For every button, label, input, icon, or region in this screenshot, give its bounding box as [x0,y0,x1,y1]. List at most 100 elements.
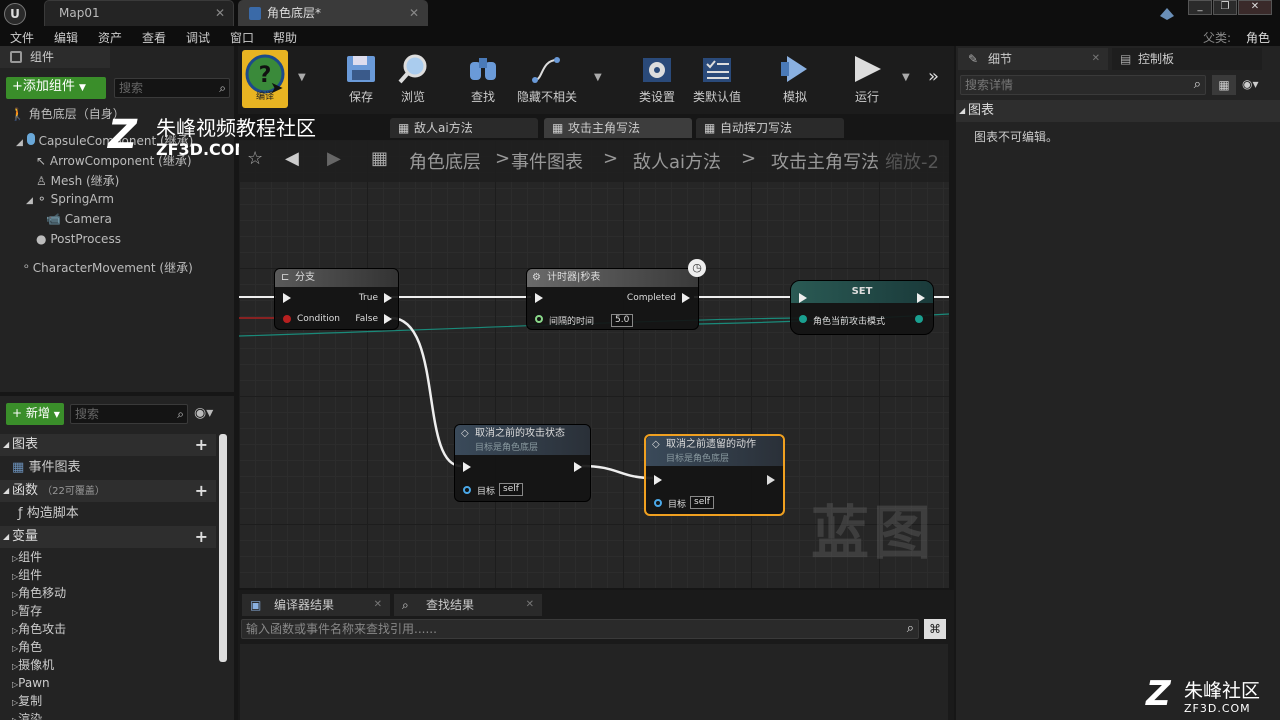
graph-tab-enemy-ai[interactable]: ▦ 敌人ai方法 [390,118,538,138]
construction-script-item[interactable]: ƒ 构造脚本 [0,502,216,526]
close-icon[interactable]: ✕ [374,594,382,616]
parent-class-value[interactable]: 角色 [1246,29,1270,46]
new-button[interactable]: + 新增 ▼ [6,403,64,425]
exec-out-pin[interactable] [767,475,775,485]
component-item-charmove[interactable]: ᵒ CharacterMovement (继承) [24,259,193,276]
scrollbar[interactable] [219,434,227,662]
toolbar-overflow-icon[interactable]: » [928,66,939,87]
close-icon[interactable]: ✕ [526,594,534,616]
breadcrumb-item[interactable]: 角色底层 [409,148,481,174]
play-button[interactable]: 运行 [836,48,898,110]
binoculars-icon[interactable]: ⌘ [924,619,946,639]
variable-category[interactable]: ▷摄像机 [0,656,216,674]
cancel-action-node[interactable]: ◇ 取消之前遗留的动作 目标是角色底层 目标 self [644,434,785,516]
variable-category[interactable]: ▷Pawn [0,674,216,692]
variable-category[interactable]: ▷渲染 [0,710,216,720]
menu-file[interactable]: 文件 [10,29,34,46]
variable-category[interactable]: ▷组件 [0,566,216,584]
byte-pin[interactable] [799,315,807,323]
add-graph-icon[interactable]: + [195,434,208,456]
time-value-input[interactable]: 5.0 [611,314,634,327]
variable-category[interactable]: ▷暂存 [0,602,216,620]
branch-node[interactable]: ⊏ 分支 True Condition False [274,268,399,330]
byte-out-pin[interactable] [915,315,923,323]
variable-category[interactable]: ▷角色移动 [0,584,216,602]
menu-window[interactable]: 窗口 [230,29,254,46]
menu-help[interactable]: 帮助 [273,29,297,46]
property-matrix-icon[interactable]: ▦ [1212,75,1236,95]
find-button[interactable]: 查找 [452,48,514,110]
component-item-mesh[interactable]: ♙ Mesh (继承) [36,172,119,189]
find-references-input[interactable]: 输入函数或事件名称来查找引用...... ⌕ [241,619,919,639]
exec-in-pin[interactable] [535,293,543,303]
graph-canvas[interactable]: ☆ ◀ ▶ ▦ 角色底层 > 事件图表 > 敌人ai方法 > 攻击主角写法 缩放… [239,140,949,588]
exec-in-pin[interactable] [463,462,471,472]
graph-tab-attack-player[interactable]: ▦ 攻击主角写法 [544,118,692,138]
component-item-postprocess[interactable]: ● PostProcess [36,232,121,246]
target-pin[interactable] [463,486,471,494]
component-item-springarm[interactable]: ◢ ⚬ SpringArm [26,192,114,206]
eye-icon[interactable]: ◉▾ [1242,77,1259,91]
variable-category[interactable]: ▷角色攻击 [0,620,216,638]
close-icon[interactable]: ✕ [1092,48,1100,70]
graph-tab-auto-swing[interactable]: ▦ 自动挥刀写法 [696,118,844,138]
tab-blueprint[interactable]: 角色底层* ✕ [238,0,428,26]
unreal-logo-icon[interactable]: U [4,3,26,25]
exec-in-pin[interactable] [283,293,291,303]
source-control-icon[interactable] [1158,4,1176,22]
breadcrumb-item[interactable]: 事件图表 [511,148,583,174]
event-graph-item[interactable]: ▦ 事件图表 [0,456,216,480]
target-value[interactable]: self [690,496,714,509]
exec-out-pin[interactable] [574,462,582,472]
class-defaults-button[interactable]: 类默认值 [686,48,748,110]
target-value[interactable]: self [499,483,523,496]
cancel-attack-node[interactable]: ◇ 取消之前的攻击状态 目标是角色底层 目标 self [454,424,591,502]
close-window-button[interactable]: ✕ [1238,0,1272,15]
timer-node[interactable]: ⚙ 计时器|秒表 Completed 间隔的时间 5.0 ◷ [526,259,706,330]
close-icon[interactable]: ✕ [215,1,225,25]
details-search-input[interactable]: 搜索详情 ⌕ [960,75,1206,95]
maximize-button[interactable]: ❐ [1213,0,1237,15]
exec-in-pin[interactable] [799,293,807,303]
section-variables[interactable]: ◢ 变量 + [0,526,216,548]
condition-pin[interactable] [283,315,291,323]
compile-options-chevron-icon[interactable]: ▼ [298,72,306,83]
add-function-icon[interactable]: + [195,480,208,502]
play-options-chevron-icon[interactable]: ▼ [902,72,910,83]
add-variable-icon[interactable]: + [195,526,208,548]
breadcrumb-item[interactable]: 敌人ai方法 [633,148,721,174]
simulate-button[interactable]: 模拟 [764,48,826,110]
bp-search-input[interactable]: 搜索 ⌕ [70,404,188,424]
star-icon[interactable]: ☆ [247,148,263,169]
menu-edit[interactable]: 编辑 [54,29,78,46]
back-arrow-icon[interactable]: ◀ [285,148,299,169]
minimize-button[interactable]: _ [1188,0,1212,15]
hide-options-chevron-icon[interactable]: ▼ [594,72,602,83]
exec-in-pin[interactable] [654,475,662,485]
section-graphs[interactable]: ◢ 图表 + [0,434,216,456]
section-functions[interactable]: ◢ 函数 （22可覆盖） + [0,480,216,502]
menu-view[interactable]: 查看 [142,29,166,46]
exec-true-pin[interactable] [384,293,392,303]
breadcrumb-item[interactable]: 攻击主角写法 [771,148,879,174]
variable-category[interactable]: ▷角色 [0,638,216,656]
exec-completed-pin[interactable] [682,293,690,303]
set-node[interactable]: SET 角色当前攻击模式 [790,280,934,335]
tab-components[interactable]: 组件 [0,46,110,68]
tab-find-results[interactable]: ⌕ 查找结果 ✕ [394,594,542,616]
menu-debug[interactable]: 调试 [186,29,210,46]
exec-false-pin[interactable] [384,314,392,324]
exec-out-pin[interactable] [917,293,925,303]
tab-compiler-results[interactable]: ▣ 编译器结果 ✕ [242,594,390,616]
target-pin[interactable] [654,499,662,507]
variable-category[interactable]: ▷组件 [0,548,216,566]
component-item-camera[interactable]: 📹 Camera [46,212,112,226]
eye-icon[interactable]: ◉▾ [194,405,213,421]
float-pin[interactable] [535,315,543,323]
details-section-graph[interactable]: ◢ 图表 [956,100,1280,122]
tab-palette[interactable]: ▤ 控制板 [1112,48,1262,70]
class-settings-button[interactable]: 类设置 [626,48,688,110]
browse-button[interactable]: 浏览 [382,48,444,110]
menu-assets[interactable]: 资产 [98,29,122,46]
forward-arrow-icon[interactable]: ▶ [327,148,341,169]
